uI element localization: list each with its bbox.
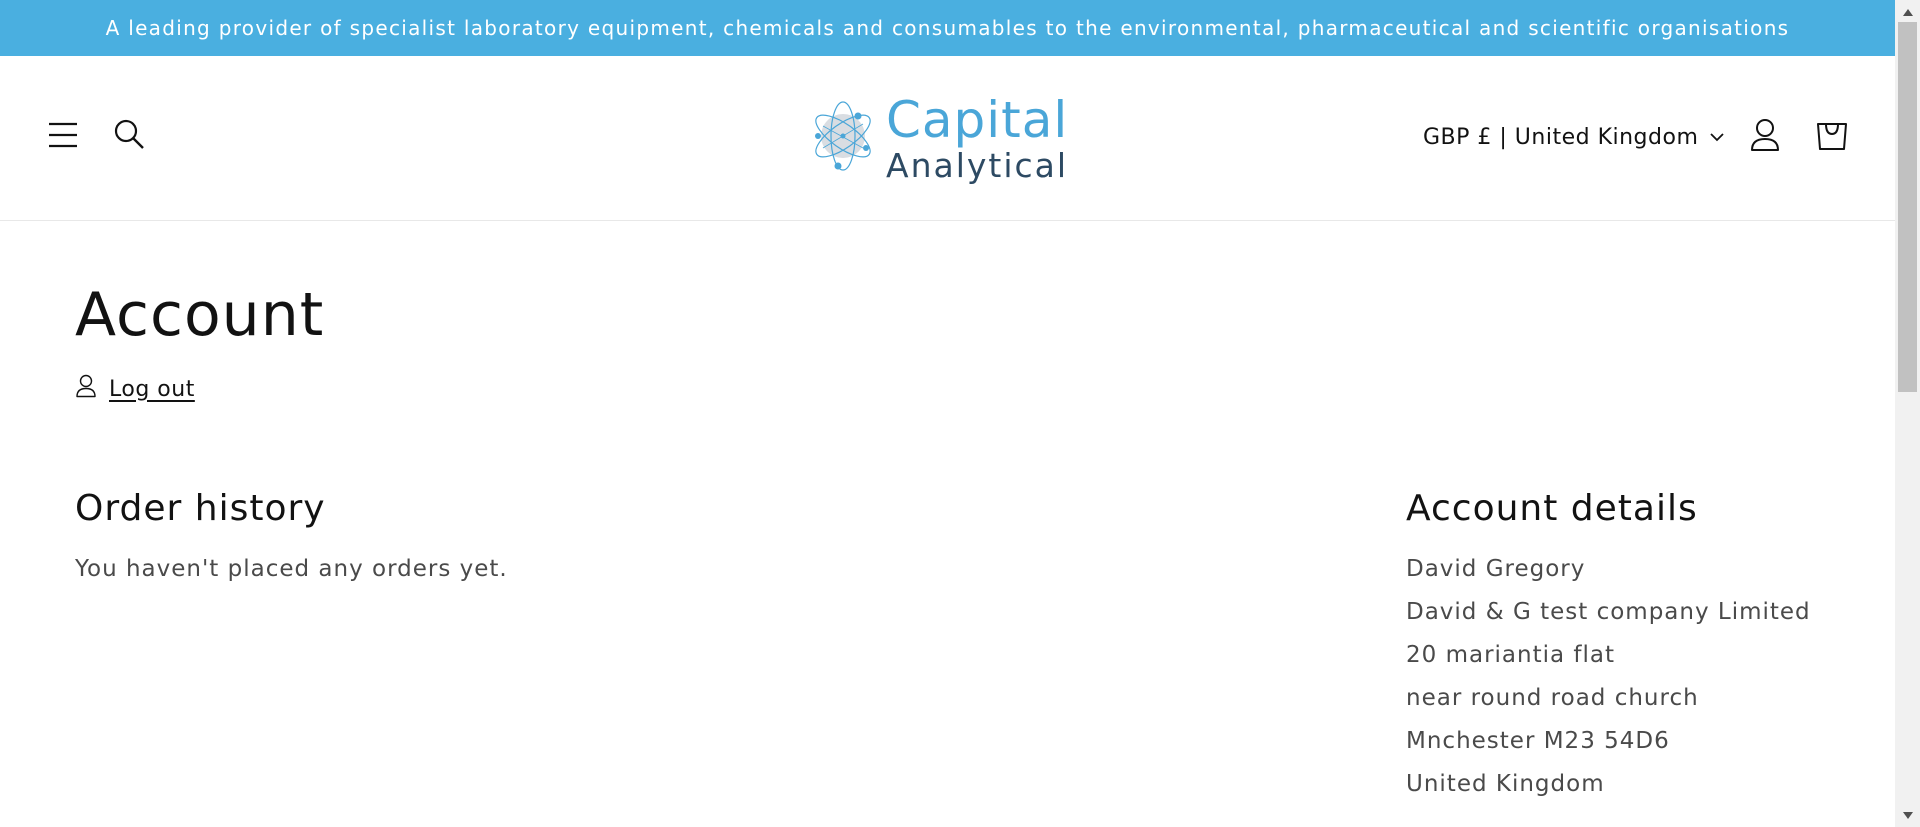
search-icon: [113, 118, 145, 154]
user-icon: [75, 374, 97, 404]
page-title: Account: [75, 280, 325, 350]
announcement-bar: A leading provider of specialist laborat…: [0, 0, 1895, 56]
country-selector[interactable]: GBP £ | United Kingdom: [1423, 120, 1725, 154]
search-button[interactable]: [108, 114, 150, 158]
scroll-up-arrow-icon[interactable]: [1895, 2, 1920, 22]
logo-main-text: Capital: [886, 90, 1069, 149]
logo-sub-text: Analytical: [886, 145, 1069, 185]
scrollbar-thumb[interactable]: [1898, 22, 1917, 392]
account-detail-company: David & G test company Limited: [1406, 599, 1811, 625]
menu-icon: [47, 121, 79, 153]
site-logo[interactable]: Capital Analytical: [808, 90, 1088, 186]
chevron-down-icon: [1710, 132, 1725, 142]
account-detail-address-line-2: near round road church: [1406, 685, 1699, 711]
vertical-scrollbar[interactable]: [1895, 0, 1920, 827]
account-button[interactable]: [1742, 114, 1788, 160]
site-header: Capital Analytical GBP £ | United Kingdo…: [0, 56, 1895, 221]
order-history-title: Order history: [75, 488, 326, 529]
order-history-empty-message: You haven't placed any orders yet.: [75, 556, 508, 582]
menu-button[interactable]: [42, 116, 84, 158]
cart-button[interactable]: [1808, 114, 1856, 160]
logo-wordmark: Capital Analytical: [886, 95, 1068, 182]
account-page: Account Log out Order history You haven'…: [0, 222, 1895, 827]
logout-link[interactable]: Log out: [75, 374, 195, 404]
account-details-list: David Gregory David & G test company Lim…: [1406, 556, 1811, 814]
scroll-down-arrow-icon[interactable]: [1895, 805, 1920, 825]
country-selector-label: GBP £ | United Kingdom: [1423, 124, 1699, 150]
atom-logo-icon: [808, 96, 878, 180]
page: A leading provider of specialist laborat…: [0, 0, 1920, 827]
account-detail-country: United Kingdom: [1406, 771, 1605, 797]
logout-label: Log out: [109, 376, 195, 402]
account-detail-city-postcode: Mnchester M23 54D6: [1406, 728, 1670, 754]
cart-icon: [1815, 118, 1849, 156]
account-detail-name: David Gregory: [1406, 556, 1586, 582]
account-icon: [1749, 118, 1781, 156]
account-details-title: Account details: [1406, 488, 1698, 529]
account-detail-address-line-1: 20 mariantia flat: [1406, 642, 1616, 668]
announcement-text: A leading provider of specialist laborat…: [105, 16, 1790, 40]
